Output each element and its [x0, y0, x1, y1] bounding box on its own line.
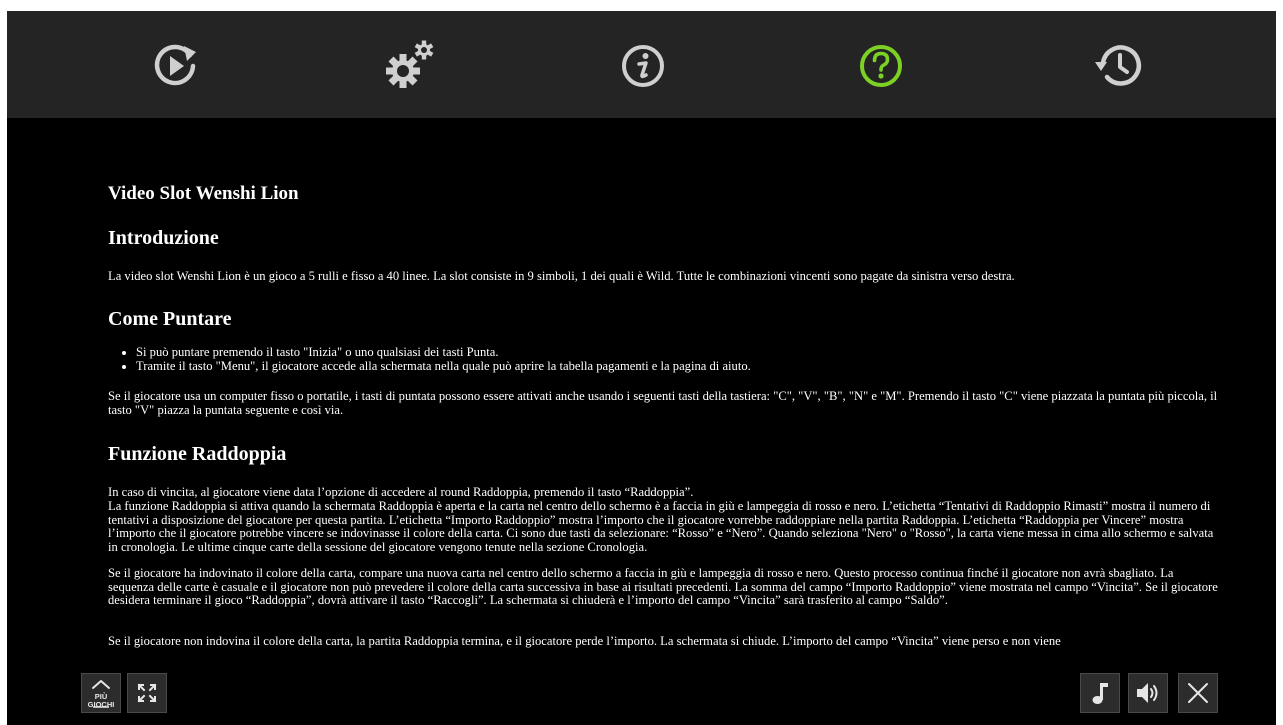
- more-games-button[interactable]: PIÙ GIOCHI: [81, 673, 121, 713]
- bottom-toolbar: PIÙ GIOCHI: [7, 649, 1276, 725]
- history-icon: [1095, 45, 1142, 86]
- help-content: Video Slot Wenshi Lion Introduzione La v…: [108, 121, 1218, 649]
- gamble-paragraph: Se il giocatore non indovina il colore d…: [108, 634, 1061, 648]
- close-icon: [1188, 683, 1208, 703]
- betting-text: Se il giocatore usa un computer fisso o …: [108, 389, 1218, 417]
- section-heading-gamble: Funzione Raddoppia: [108, 443, 287, 465]
- info-icon: [622, 45, 664, 87]
- list-item: Tramite il tasto "Menu", il giocatore ac…: [136, 359, 751, 374]
- gamble-paragraph: Se il giocatore ha indovinato il colore …: [108, 566, 1218, 608]
- gamble-paragraph: In caso di vincita, al giocatore viene d…: [108, 485, 694, 499]
- fullscreen-button[interactable]: [127, 673, 167, 713]
- info-button[interactable]: [615, 38, 671, 94]
- section-heading-betting: Come Puntare: [108, 308, 232, 330]
- list-item: Si può puntare premendo il tasto "Inizia…: [136, 345, 751, 360]
- settings-icon: [386, 40, 434, 88]
- music-button[interactable]: [1080, 673, 1120, 713]
- play-button[interactable]: [147, 38, 203, 94]
- page-title: Video Slot Wenshi Lion: [108, 183, 299, 204]
- help-button[interactable]: [853, 38, 909, 94]
- speaker-icon: [1137, 683, 1158, 703]
- help-icon: [860, 45, 902, 87]
- betting-list: Si può puntare premendo il tasto "Inizia…: [108, 345, 751, 374]
- fullscreen-icon: [137, 683, 157, 703]
- history-button[interactable]: [1090, 38, 1146, 94]
- more-games-label: PIÙ GIOCHI: [87, 692, 115, 709]
- top-toolbar: [7, 11, 1276, 118]
- music-note-icon: [1092, 683, 1108, 704]
- section-heading-intro: Introduzione: [108, 227, 219, 249]
- gamble-paragraph: La funzione Raddoppia si attiva quando l…: [108, 499, 1214, 554]
- settings-button[interactable]: [381, 38, 437, 94]
- game-frame: Video Slot Wenshi Lion Introduzione La v…: [7, 11, 1276, 725]
- play-icon: [154, 44, 196, 86]
- sound-button[interactable]: [1128, 673, 1168, 713]
- close-button[interactable]: [1178, 673, 1218, 713]
- intro-text: La video slot Wenshi Lion è un gioco a 5…: [108, 269, 1015, 283]
